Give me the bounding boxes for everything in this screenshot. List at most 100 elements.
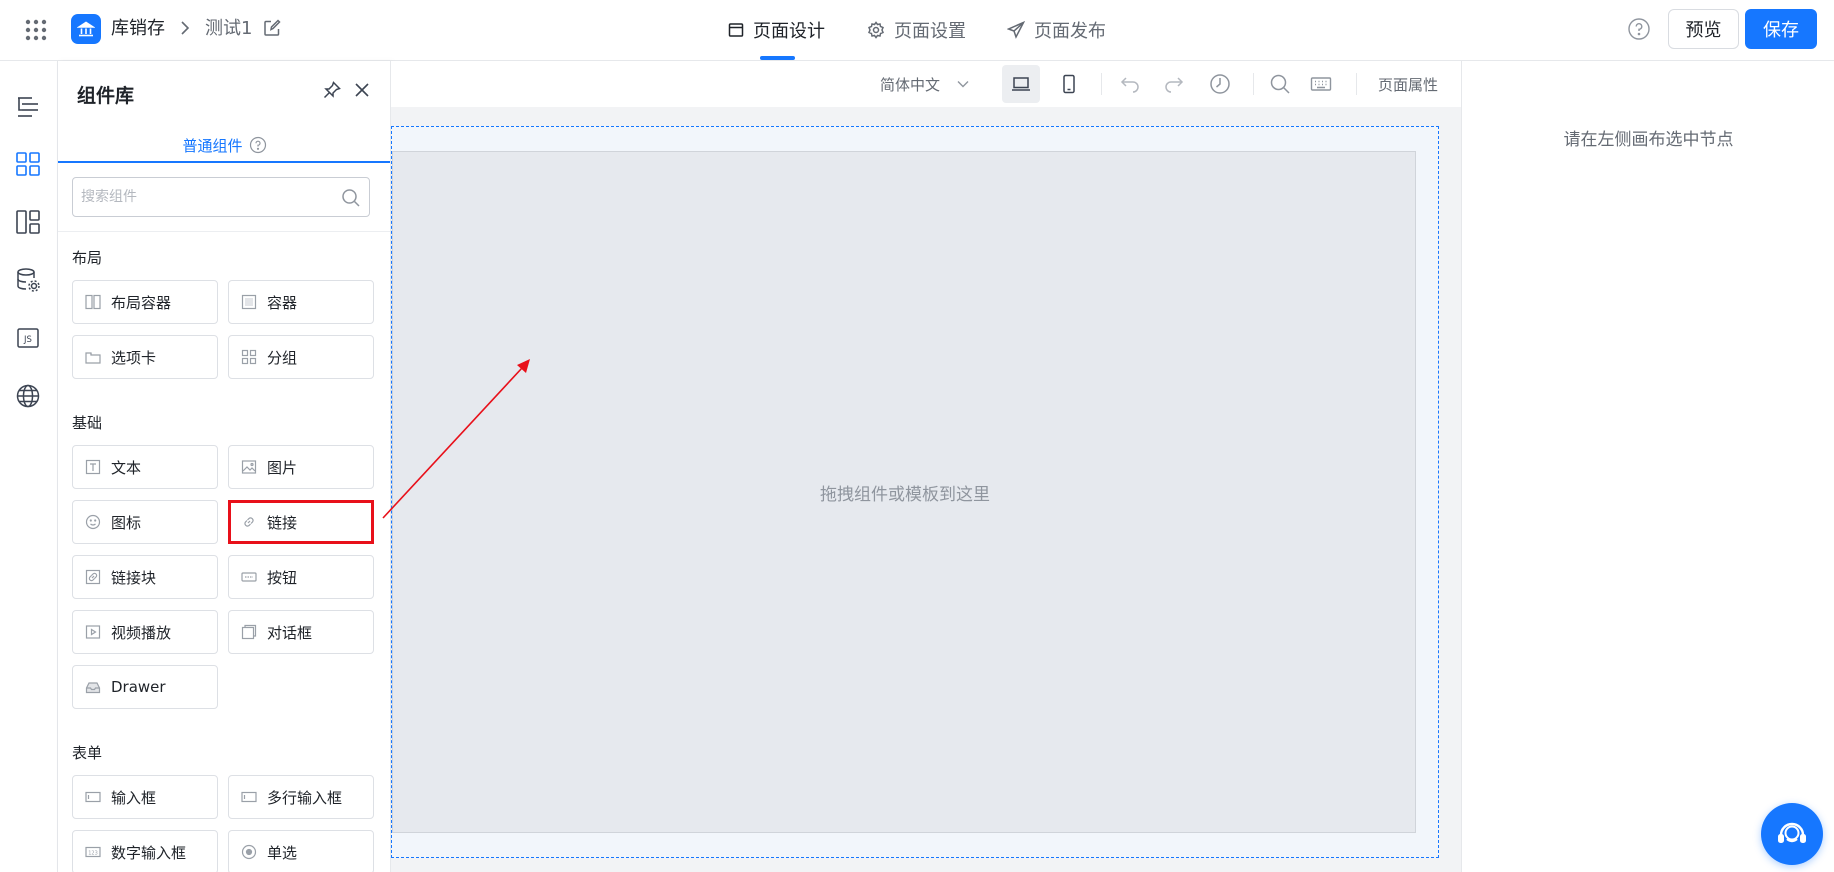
clock-icon [1210, 74, 1230, 94]
help-icon[interactable] [1627, 17, 1651, 41]
help-circle-icon[interactable] [249, 136, 267, 154]
pin-icon[interactable] [322, 80, 342, 100]
js-icon[interactable]: JS [15, 325, 41, 351]
page-attributes-button[interactable]: 页面属性 [1378, 74, 1438, 95]
left-rail: JS [0, 61, 58, 872]
history-button[interactable] [1206, 70, 1234, 98]
app-name[interactable]: 库销存 [111, 17, 165, 41]
active-tab-indicator [760, 56, 795, 60]
component-button[interactable]: 按钮 [228, 555, 374, 599]
component-layout-container[interactable]: 布局容器 [72, 280, 218, 324]
shortcuts-button[interactable] [1307, 70, 1335, 98]
canvas-toolbar: 简体中文 页面属性 [391, 61, 1461, 107]
redo-icon [1165, 77, 1184, 93]
app-grid-icon[interactable] [24, 18, 48, 42]
drawer-icon [85, 682, 101, 694]
desktop-view-button[interactable] [1002, 65, 1040, 103]
component-text[interactable]: 文本 [72, 445, 218, 489]
divider [1101, 73, 1102, 95]
search-icon[interactable] [341, 188, 361, 208]
component-label: 多行输入框 [267, 788, 343, 807]
undo-icon [1120, 77, 1139, 93]
component-label: 图标 [111, 513, 142, 532]
close-icon[interactable] [352, 80, 372, 100]
component-tabs[interactable]: 选项卡 [72, 335, 218, 379]
component-image[interactable]: 图片 [228, 445, 374, 489]
tab-page-design-label: 页面设计 [753, 21, 825, 42]
globe-icon[interactable] [15, 383, 41, 409]
component-label: Drawer [111, 678, 166, 696]
component-label: 链接块 [111, 568, 157, 587]
component-input[interactable]: 输入框 [72, 775, 218, 819]
component-label: 单选 [267, 843, 298, 862]
templates-icon[interactable] [15, 209, 41, 235]
section-title-basic: 基础 [72, 414, 103, 432]
component-drawer[interactable]: Drawer [72, 665, 218, 709]
image-icon [241, 460, 257, 474]
component-label: 布局容器 [111, 293, 172, 312]
component-radio[interactable]: 单选 [228, 830, 374, 872]
component-label: 图片 [267, 458, 298, 477]
datasource-icon[interactable] [15, 267, 41, 293]
component-container[interactable]: 容器 [228, 280, 374, 324]
mobile-icon [1063, 74, 1075, 94]
search-canvas-button[interactable] [1266, 70, 1294, 98]
divider [1253, 73, 1254, 95]
redo-button[interactable] [1160, 70, 1188, 98]
tab-page-design[interactable]: 页面设计 [728, 16, 825, 44]
headset-icon [1778, 822, 1806, 843]
preview-button[interactable]: 预览 [1668, 9, 1739, 49]
component-link[interactable]: 链接 [228, 500, 374, 544]
component-dialog[interactable]: 对话框 [228, 610, 374, 654]
language-select[interactable]: 简体中文 [880, 73, 970, 95]
group-icon [241, 349, 257, 365]
save-button[interactable]: 保存 [1745, 9, 1817, 49]
button-icon [241, 572, 257, 582]
component-label: 容器 [267, 293, 298, 312]
link-block-icon [85, 569, 101, 585]
app-logo-icon [71, 14, 101, 44]
customer-service-button[interactable] [1761, 803, 1823, 865]
component-label: 分组 [267, 348, 298, 367]
canvas-dropzone[interactable]: 拖拽组件或模板到这里 [392, 151, 1416, 833]
svg-text:123: 123 [88, 851, 98, 857]
layout-container-icon [85, 294, 101, 310]
smile-icon [85, 514, 101, 530]
chevron-right-icon [178, 19, 192, 37]
js-text: JS [23, 335, 32, 345]
tab-page-settings-label: 页面设置 [894, 21, 966, 42]
component-textarea[interactable]: 多行输入框 [228, 775, 374, 819]
component-library-panel: 组件库 普通组件 布局 布局容器 容器 [58, 61, 391, 872]
video-icon [85, 625, 101, 639]
component-label: 对话框 [267, 623, 313, 642]
page-name: 测试1 [205, 18, 253, 39]
radio-icon [241, 844, 257, 860]
tab-common-components[interactable]: 普通组件 [58, 129, 390, 163]
number-input-icon: 123 [85, 846, 101, 858]
edit-icon[interactable] [263, 19, 281, 37]
search-input[interactable] [81, 178, 331, 216]
textarea-icon [241, 791, 257, 803]
component-label: 按钮 [267, 568, 298, 587]
properties-panel: 请在左侧画布选中节点 [1461, 61, 1834, 872]
component-search [72, 177, 370, 217]
component-link-block[interactable]: 链接块 [72, 555, 218, 599]
tab-common-components-label: 普通组件 [182, 136, 243, 155]
component-number-input[interactable]: 123 数字输入框 [72, 830, 218, 872]
tab-page-settings[interactable]: 页面设置 [867, 16, 966, 44]
component-video[interactable]: 视频播放 [72, 610, 218, 654]
outline-icon[interactable] [15, 93, 41, 119]
component-group[interactable]: 分组 [228, 335, 374, 379]
component-label: 文本 [111, 458, 142, 477]
undo-button[interactable] [1116, 70, 1144, 98]
tab-page-publish[interactable]: 页面发布 [1007, 16, 1106, 44]
component-icon[interactable]: 图标 [72, 500, 218, 544]
components-icon[interactable] [15, 151, 41, 177]
component-label: 选项卡 [111, 348, 157, 367]
dialog-icon [241, 624, 257, 640]
drop-hint: 拖拽组件或模板到这里 [820, 484, 990, 505]
mobile-view-button[interactable] [1055, 70, 1083, 98]
tabs-icon [85, 352, 101, 364]
text-icon [85, 459, 101, 475]
laptop-icon [1012, 77, 1030, 91]
